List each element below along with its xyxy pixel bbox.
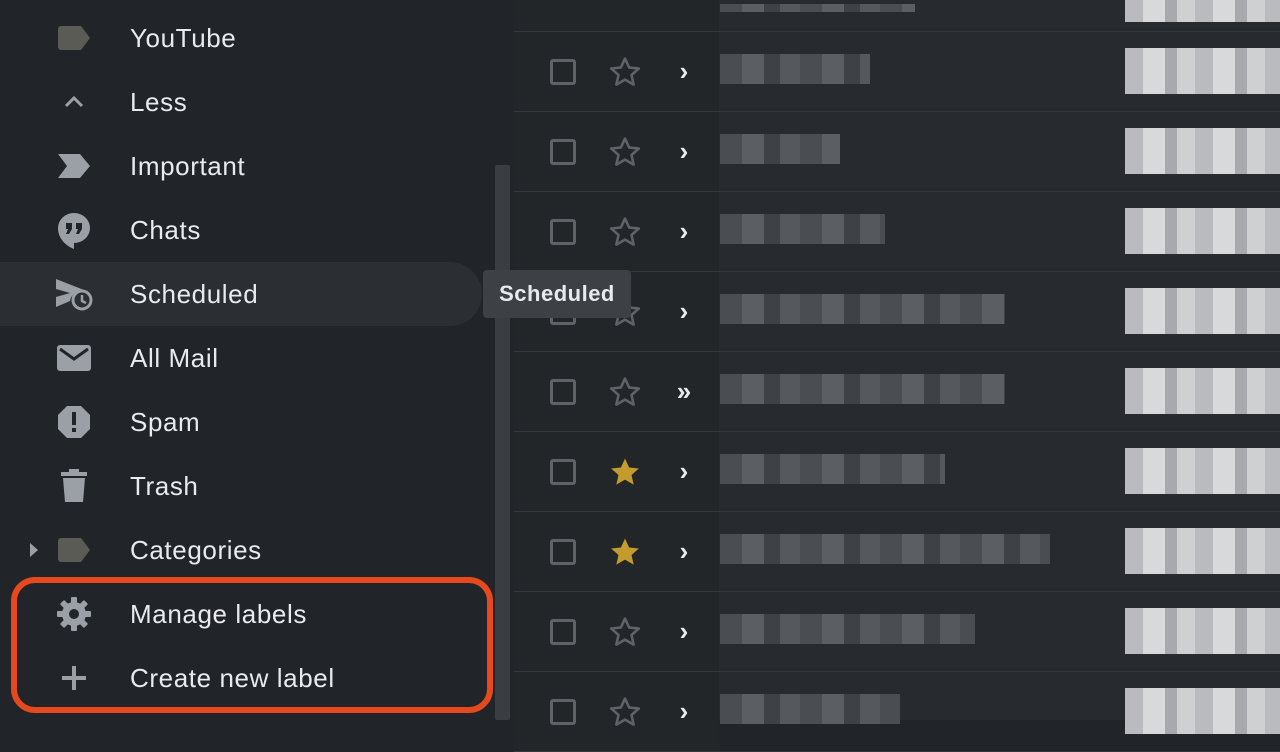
sidebar-item-all-mail[interactable]: All Mail [0, 326, 482, 390]
sidebar-item-label: Spam [130, 406, 201, 437]
trash-icon [54, 466, 94, 506]
sidebar-item-important[interactable]: Important [0, 134, 482, 198]
sidebar-item-label: Scheduled [130, 278, 259, 309]
sidebar-item-label: All Mail [130, 342, 219, 373]
table-row[interactable]: › [514, 192, 1280, 272]
sidebar-item-chats[interactable]: Chats [0, 198, 482, 262]
sidebar-item-label: Chats [130, 214, 201, 245]
sidebar-item-label: YouTube [130, 22, 237, 53]
table-row[interactable]: » [514, 352, 1280, 432]
sender-redacted [720, 294, 1005, 324]
sidebar-item-spam[interactable]: Spam [0, 390, 482, 454]
spam-icon [54, 402, 94, 442]
importance-marker-icon[interactable]: › [674, 536, 694, 567]
importance-marker-icon[interactable]: » [674, 376, 694, 407]
star-icon[interactable] [608, 55, 642, 89]
sidebar-item-label: Important [130, 150, 246, 181]
sidebar-item-trash[interactable]: Trash [0, 454, 482, 518]
importance-marker-icon[interactable]: › [674, 456, 694, 487]
expand-arrow-icon[interactable] [26, 542, 42, 558]
table-row[interactable]: › [514, 432, 1280, 512]
subject-redacted [1125, 0, 1280, 22]
table-row[interactable]: › [514, 112, 1280, 192]
label-icon [54, 530, 94, 570]
sender-redacted [720, 534, 1050, 564]
chevron-up-icon [54, 82, 94, 122]
subject-redacted [1125, 368, 1280, 414]
sidebar-item-label: Trash [130, 470, 199, 501]
chat-icon [54, 210, 94, 250]
sender-redacted [720, 454, 945, 484]
star-icon[interactable] [608, 215, 642, 249]
sender-redacted [720, 214, 885, 244]
sidebar-item-label: Less [130, 86, 188, 117]
sender-redacted [720, 374, 1005, 404]
sender-redacted [720, 54, 870, 84]
subject-redacted [1125, 448, 1280, 494]
sidebar-item-label: Categories [130, 534, 262, 565]
table-row[interactable]: › [514, 512, 1280, 592]
sidebar-item-scheduled[interactable]: Scheduled [0, 262, 482, 326]
row-checkbox[interactable] [550, 539, 576, 565]
star-icon[interactable] [608, 615, 642, 649]
row-checkbox[interactable] [550, 699, 576, 725]
sidebar: YouTube Less Important Chats Scheduled A… [0, 0, 514, 720]
table-row[interactable]: › [514, 592, 1280, 672]
table-row[interactable] [514, 0, 1280, 32]
subject-redacted [1125, 128, 1280, 174]
label-icon [54, 18, 94, 58]
row-checkbox[interactable] [550, 59, 576, 85]
subject-redacted [1125, 528, 1280, 574]
row-checkbox[interactable] [550, 139, 576, 165]
mail-icon [54, 338, 94, 378]
table-row[interactable]: › [514, 672, 1280, 752]
sender-redacted [720, 134, 840, 164]
mail-list: › › › › » › › › › [514, 0, 1280, 752]
importance-marker-icon[interactable]: › [674, 56, 694, 87]
star-icon[interactable] [608, 135, 642, 169]
star-icon[interactable] [608, 375, 642, 409]
tooltip: Scheduled [483, 270, 631, 318]
subject-redacted [1125, 208, 1280, 254]
row-checkbox[interactable] [550, 619, 576, 645]
important-icon [54, 146, 94, 186]
importance-marker-icon[interactable]: › [674, 216, 694, 247]
sidebar-item-less[interactable]: Less [0, 70, 482, 134]
table-row[interactable]: › [514, 32, 1280, 112]
subject-redacted [1125, 608, 1280, 654]
importance-marker-icon[interactable]: › [674, 136, 694, 167]
sender-redacted [720, 4, 915, 12]
sidebar-item-youtube[interactable]: YouTube [0, 6, 482, 70]
highlight-annotation [11, 577, 493, 713]
row-checkbox[interactable] [550, 459, 576, 485]
sidebar-item-categories[interactable]: Categories [0, 518, 482, 582]
subject-redacted [1125, 688, 1280, 734]
row-checkbox[interactable] [550, 379, 576, 405]
subject-redacted [1125, 48, 1280, 94]
importance-marker-icon[interactable]: › [674, 696, 694, 727]
star-icon[interactable] [608, 695, 642, 729]
star-filled-icon[interactable] [608, 535, 642, 569]
sidebar-scrollbar[interactable] [495, 165, 510, 720]
importance-marker-icon[interactable]: › [674, 616, 694, 647]
row-checkbox[interactable] [550, 219, 576, 245]
star-filled-icon[interactable] [608, 455, 642, 489]
subject-redacted [1125, 288, 1280, 334]
importance-marker-icon[interactable]: › [674, 296, 694, 327]
scheduled-send-icon [54, 274, 94, 314]
sender-redacted [720, 614, 975, 644]
